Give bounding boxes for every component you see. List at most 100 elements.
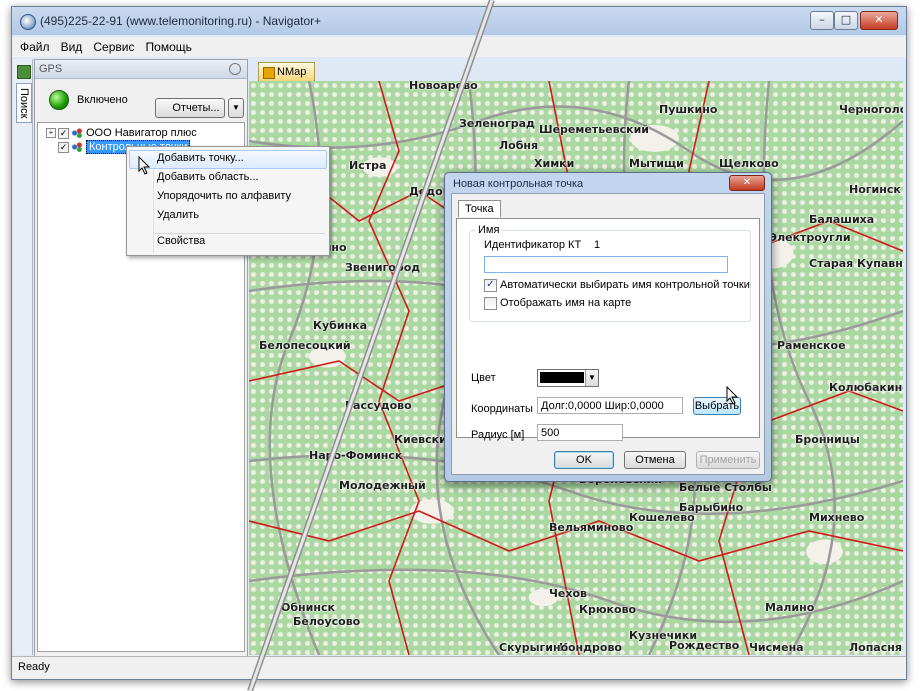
reports-button-label: Отчеты... [172, 102, 220, 114]
menu-item-delete[interactable]: Удалить [157, 209, 199, 221]
city-label: Наро-Фоминск [309, 449, 403, 462]
gps-panel-title: GPS [39, 63, 63, 75]
status-text: Ready [18, 661, 50, 673]
city-label: Электроугли [769, 231, 851, 244]
group-icon [71, 128, 83, 139]
close-button[interactable]: ✕ [860, 11, 898, 30]
menu-bar: Файл Вид Сервис Помощь [12, 37, 906, 57]
city-label: Рождество [669, 639, 740, 652]
side-tab-strip: Поиск [14, 59, 33, 655]
tab-point[interactable]: Точка [458, 200, 501, 217]
coords-input[interactable]: Долг:0,0000 Шир:0,0000 [537, 397, 683, 414]
color-label: Цвет [471, 372, 496, 384]
city-label: Белые Столбы [679, 481, 772, 494]
city-label: Химки [534, 157, 575, 170]
expand-icon[interactable]: + [46, 128, 56, 139]
tab-nmap[interactable]: NMap [258, 62, 316, 81]
tab-nmap-label: NMap [277, 66, 307, 78]
new-checkpoint-dialog: Новая контрольная точка ✕ Точка Имя Иден… [444, 172, 772, 482]
menu-view[interactable]: Вид [61, 40, 83, 54]
city-label: Зеленоград [459, 117, 535, 130]
name-group: Имя Идентификатор КТ 1 ✓ Автоматически в… [469, 224, 751, 322]
city-label: Шереметьевский [539, 123, 649, 136]
city-label: Лопасня [849, 641, 902, 654]
city-label: Звенигород [345, 261, 421, 274]
gps-tab-icon[interactable] [17, 65, 31, 79]
city-label: Колюбакино [829, 381, 903, 394]
pin-icon[interactable] [229, 63, 241, 75]
node-checkbox[interactable]: ✓ [58, 141, 69, 153]
id-value: 1 [594, 239, 601, 251]
city-label: Михнево [809, 511, 865, 524]
city-label: Чехов [549, 587, 587, 600]
city-label: Раменское [777, 339, 846, 352]
city-label: Молодежный [339, 479, 426, 492]
show-on-map-label: Отображать имя на карте [500, 297, 632, 309]
city-label: Щелково [719, 157, 779, 170]
city-label: Пушкино [659, 103, 718, 116]
status-led-icon[interactable] [49, 90, 69, 110]
city-label: Белоусово [293, 615, 361, 628]
apply-button[interactable]: Применить [696, 451, 760, 469]
city-label: Скурыгино [499, 641, 569, 654]
color-swatch [540, 372, 584, 383]
menu-item-add-area[interactable]: Добавить область... [157, 171, 259, 183]
mouse-cursor-icon [726, 386, 739, 405]
dialog-title: Новая контрольная точка [453, 178, 584, 190]
city-label: Чисмена [749, 641, 804, 654]
menu-service[interactable]: Сервис [93, 40, 134, 54]
menu-item-add-point[interactable]: Добавить точку... [157, 152, 244, 164]
app-icon [20, 14, 36, 30]
name-input[interactable] [484, 256, 728, 273]
menu-item-properties[interactable]: Свойства [157, 235, 205, 247]
context-menu: Добавить точку... Добавить область... Уп… [126, 146, 330, 256]
minimize-button[interactable]: – [810, 11, 834, 30]
city-label: Белопесоцкий [259, 339, 351, 352]
tree-node-company[interactable]: + ✓ ООО Навигатор плюс [46, 127, 197, 139]
reports-dropdown-button[interactable]: ▼ [228, 98, 244, 118]
auto-name-checkbox[interactable]: ✓ [484, 279, 497, 292]
city-label: Вельяминово [549, 521, 634, 534]
cancel-button[interactable]: Отмена [624, 451, 686, 469]
city-label: Бронницы [795, 433, 860, 446]
map-tab-icon [263, 67, 275, 79]
city-label: Балашиха [809, 213, 875, 226]
status-bar: Ready [12, 656, 906, 679]
context-menu-separator [155, 233, 325, 234]
menu-help[interactable]: Помощь [146, 40, 192, 54]
city-label: Ногинск [849, 183, 901, 196]
menu-file[interactable]: Файл [20, 40, 50, 54]
mouse-cursor-icon [138, 156, 151, 175]
dialog-close-button[interactable]: ✕ [729, 175, 765, 191]
dialog-body: Точка Имя Идентификатор КТ 1 ✓ Автоматич… [451, 193, 765, 475]
city-label: Истра [349, 159, 387, 172]
city-label: Обнинск [281, 601, 335, 614]
chevron-down-icon: ▼ [585, 370, 598, 386]
city-label: Крюково [579, 603, 637, 616]
id-label: Идентификатор КТ [484, 239, 582, 251]
ok-button[interactable]: OK [554, 451, 614, 469]
city-label: Новоарово [409, 81, 478, 92]
title-bar[interactable]: (495)225-22-91 (www.telemonitoring.ru) -… [12, 7, 906, 35]
menu-item-sort-alpha[interactable]: Упорядочить по алфавиту [157, 190, 291, 202]
status-label: Включено [77, 94, 128, 106]
tab-page-point: Имя Идентификатор КТ 1 ✓ Автоматически в… [456, 218, 760, 441]
maximize-button[interactable]: □ [834, 11, 858, 30]
search-tab[interactable]: Поиск [16, 83, 32, 124]
show-on-map-checkbox[interactable] [484, 297, 497, 310]
window-title: (495)225-22-91 (www.telemonitoring.ru) -… [40, 14, 322, 28]
checkpoints-icon [71, 142, 83, 153]
node-checkbox[interactable]: ✓ [58, 127, 69, 139]
city-label: Лобня [499, 139, 539, 152]
city-label: Барыбино [679, 501, 744, 514]
radius-label: Радиус [м] [471, 429, 525, 441]
city-label: Малино [765, 601, 815, 614]
city-label: Кондрово [559, 641, 622, 654]
city-label: Рассудово [345, 399, 412, 412]
city-label: Черноголовка [839, 103, 903, 116]
color-select[interactable]: ▼ [537, 369, 599, 387]
radius-input[interactable]: 500 [537, 424, 623, 441]
auto-name-label: Автоматически выбирать имя контрольной т… [500, 279, 750, 291]
coords-label: Координаты [471, 403, 533, 415]
reports-button[interactable]: Отчеты... [155, 98, 225, 118]
